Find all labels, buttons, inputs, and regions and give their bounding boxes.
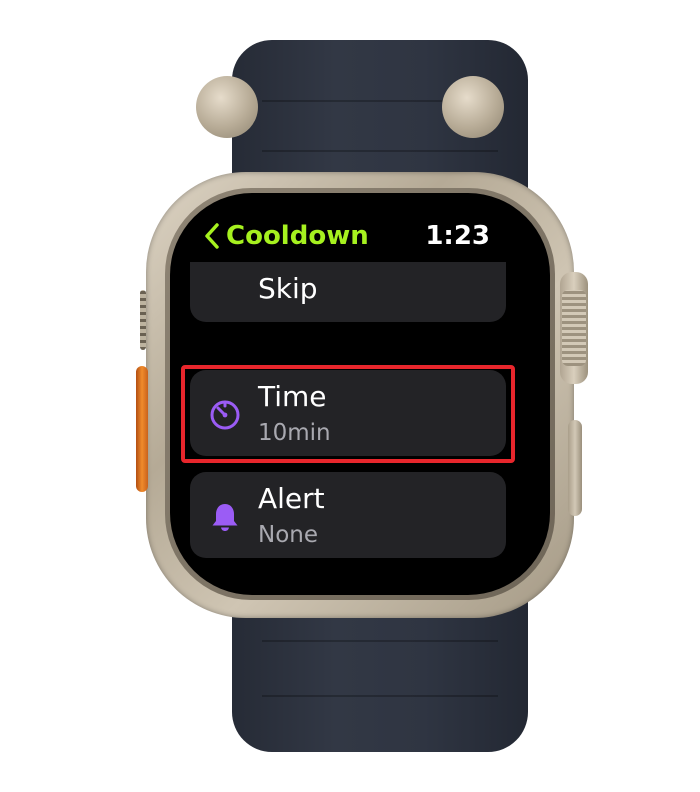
speaker-grille bbox=[140, 290, 146, 350]
bell-icon bbox=[208, 500, 242, 534]
list-item-skip[interactable]: Skip bbox=[190, 262, 506, 322]
watch-mockup: Cooldown 1:23 Skip Time 10min Alert None bbox=[0, 0, 700, 792]
band-groove bbox=[262, 695, 498, 697]
band-groove bbox=[262, 640, 498, 642]
clock-time: 1:23 bbox=[425, 221, 490, 251]
side-button[interactable] bbox=[568, 420, 582, 516]
list-item-alert[interactable]: Alert None bbox=[190, 472, 506, 558]
list-item-title: Skip bbox=[258, 272, 318, 305]
back-button[interactable]: Cooldown bbox=[204, 216, 369, 256]
chevron-left-icon bbox=[205, 223, 219, 249]
band-lug-right bbox=[442, 76, 504, 138]
action-button[interactable] bbox=[136, 366, 148, 492]
list-item-value: 10min bbox=[258, 420, 331, 446]
list-item-time[interactable]: Time 10min bbox=[190, 370, 506, 456]
digital-crown[interactable] bbox=[562, 290, 586, 366]
band-groove bbox=[262, 150, 498, 152]
watch-screen: Cooldown 1:23 Skip Time 10min Alert None bbox=[186, 206, 534, 582]
watch-band-bottom bbox=[232, 600, 528, 752]
list-item-title: Alert bbox=[258, 482, 325, 515]
list-item-title: Time bbox=[258, 380, 327, 413]
list-item-value: None bbox=[258, 522, 319, 548]
back-button-label: Cooldown bbox=[226, 221, 369, 251]
band-lug-left bbox=[196, 76, 258, 138]
status-bar: Cooldown 1:23 bbox=[186, 216, 534, 256]
timer-icon bbox=[208, 398, 242, 432]
